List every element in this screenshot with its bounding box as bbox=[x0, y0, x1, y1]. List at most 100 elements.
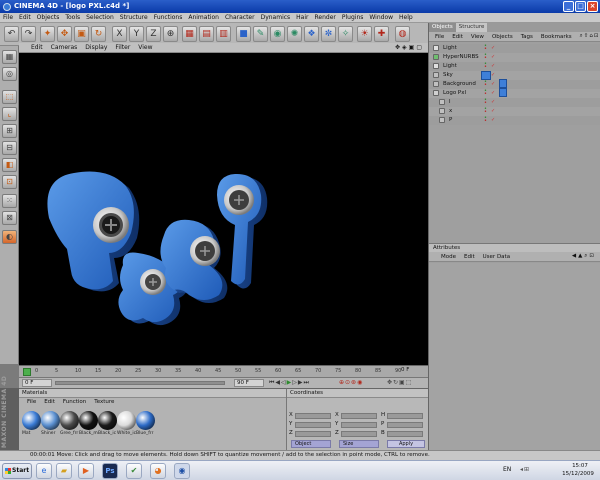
menu-help[interactable]: Help bbox=[399, 14, 413, 21]
scale-icon[interactable]: ▣ bbox=[74, 26, 89, 42]
grid-icon[interactable]: ⊠ bbox=[2, 211, 17, 225]
visibility-dots[interactable]: •• bbox=[484, 62, 491, 70]
coordinate-value-field[interactable] bbox=[295, 421, 331, 428]
object-mode-select[interactable]: Object bbox=[291, 440, 331, 448]
messenger-icon[interactable]: ✔ bbox=[126, 463, 142, 479]
tray-icons[interactable]: ◂⊞ bbox=[520, 466, 530, 473]
deformer-icon[interactable]: ❖ bbox=[304, 26, 319, 42]
menu-plugins[interactable]: Plugins bbox=[342, 14, 364, 21]
undo-icon[interactable]: ↶ bbox=[4, 26, 19, 42]
media-player-icon[interactable]: ▶ bbox=[78, 463, 94, 479]
objects-nav-icons[interactable]: ⌕⇧⌂⊡ bbox=[580, 33, 600, 40]
polygons-mode-icon[interactable]: ◧ bbox=[2, 158, 17, 172]
spline-pen-icon[interactable]: ✎ bbox=[253, 26, 268, 42]
size-mode-select[interactable]: Size bbox=[339, 440, 379, 448]
material-swatch[interactable] bbox=[41, 411, 60, 430]
visibility-dots[interactable]: •• bbox=[484, 44, 491, 52]
viewport-menu-edit[interactable]: Edit bbox=[31, 44, 43, 51]
model-mode-icon[interactable]: ▦ bbox=[2, 50, 17, 64]
close-button[interactable]: × bbox=[587, 1, 598, 12]
enabled-check-icon[interactable]: ✓ bbox=[491, 116, 495, 125]
x-axis-icon[interactable]: X bbox=[112, 26, 127, 42]
materials-menu-edit[interactable]: Edit bbox=[44, 399, 55, 405]
menu-structure[interactable]: Structure bbox=[120, 14, 148, 21]
viewport-menu-display[interactable]: Display bbox=[85, 44, 107, 51]
objects-menu-edit[interactable]: Edit bbox=[452, 34, 463, 40]
render-picture-viewer-icon[interactable]: ▥ bbox=[216, 26, 231, 42]
firefox-icon[interactable]: ◕ bbox=[150, 463, 166, 479]
coordinate-value-field[interactable] bbox=[387, 430, 423, 437]
enabled-check-icon[interactable]: ✓ bbox=[491, 80, 495, 89]
folder-icon[interactable]: ▰ bbox=[56, 463, 72, 479]
enabled-check-icon[interactable]: ✓ bbox=[491, 62, 495, 71]
language-indicator[interactable]: EN bbox=[503, 466, 511, 473]
enabled-check-icon[interactable]: ✓ bbox=[491, 89, 495, 98]
timeline-current-frame-marker[interactable] bbox=[23, 368, 31, 376]
sky-material-tag-icon[interactable] bbox=[499, 79, 507, 88]
axis-mode-icon[interactable]: ⌞ bbox=[2, 107, 17, 121]
record-keyframe-icons[interactable]: ⊕⊙⊛◉ bbox=[339, 379, 363, 386]
move-icon[interactable]: ✥ bbox=[57, 26, 72, 42]
menu-hair[interactable]: Hair bbox=[296, 14, 308, 21]
enabled-check-icon[interactable]: ✓ bbox=[491, 107, 495, 116]
start-button[interactable]: Start bbox=[2, 463, 32, 479]
menu-animation[interactable]: Animation bbox=[188, 14, 219, 21]
object-list-item[interactable]: Light • • ✓ bbox=[429, 44, 600, 53]
materials-menu-function[interactable]: Function bbox=[63, 399, 86, 405]
object-list-item[interactable]: Light • • ✓ bbox=[429, 62, 600, 71]
texture-mode-icon[interactable]: ⬚ bbox=[2, 90, 17, 104]
coordinate-value-field[interactable] bbox=[341, 430, 377, 437]
playback-controls[interactable]: ⏮◀◁▶▷▶⏭ bbox=[269, 379, 310, 387]
coordinate-value-field[interactable] bbox=[387, 412, 423, 419]
material-swatch[interactable] bbox=[98, 411, 117, 430]
object-list-item[interactable]: P • • ✓ bbox=[429, 116, 600, 125]
enabled-check-icon[interactable]: ✓ bbox=[491, 53, 495, 62]
3d-viewport[interactable] bbox=[19, 53, 428, 365]
coordinate-value-field[interactable] bbox=[341, 421, 377, 428]
menu-objects[interactable]: Objects bbox=[37, 14, 60, 21]
array-icon[interactable]: ✺ bbox=[287, 26, 302, 42]
tweak-mode-icon[interactable]: ◐ bbox=[2, 230, 17, 244]
enabled-check-icon[interactable]: ✓ bbox=[491, 71, 495, 80]
object-list-item[interactable]: HyperNURBS • • ✓ bbox=[429, 53, 600, 62]
camera-icon[interactable]: ✧ bbox=[338, 26, 353, 42]
object-list-item[interactable]: l • • ✓ bbox=[429, 98, 600, 107]
material-swatch[interactable] bbox=[22, 411, 41, 430]
edges-mode-icon[interactable]: ⊟ bbox=[2, 141, 17, 155]
animation-timeline[interactable]: 0 5 10 15 20 25 30 35 40 45 50 55 60 65 70 75 80 85 90 0 F bbox=[19, 365, 428, 377]
clock-time[interactable]: 15:07 bbox=[563, 463, 597, 469]
objects-menu-file[interactable]: File bbox=[435, 34, 444, 40]
attributes-nav-icons[interactable]: ◀▲⌕⊡ bbox=[572, 253, 596, 260]
coordinate-value-field[interactable] bbox=[295, 412, 331, 419]
viewport-nav-icons[interactable]: ✥◈▣▢ bbox=[395, 44, 424, 51]
workplane-icon[interactable]: ⊡ bbox=[2, 175, 17, 189]
apply-button[interactable]: Apply bbox=[387, 440, 425, 448]
objects-menu-bookmarks[interactable]: Bookmarks bbox=[541, 34, 572, 40]
redo-icon[interactable]: ↷ bbox=[21, 26, 36, 42]
attributes-menu-edit[interactable]: Edit bbox=[464, 254, 475, 260]
frame-range-slider[interactable] bbox=[55, 381, 225, 385]
y-axis-icon[interactable]: Y bbox=[129, 26, 144, 42]
light-icon[interactable]: ☀ bbox=[357, 26, 372, 42]
menu-file[interactable]: File bbox=[3, 14, 13, 21]
viewport-menu-view[interactable]: View bbox=[138, 44, 152, 51]
nurbs-icon[interactable]: ◉ bbox=[270, 26, 285, 42]
object-mode-icon[interactable]: ◎ bbox=[2, 67, 17, 81]
z-axis-icon[interactable]: Z bbox=[146, 26, 161, 42]
enabled-check-icon[interactable]: ✓ bbox=[491, 44, 495, 53]
snap-icon[interactable]: ⁙ bbox=[2, 194, 17, 208]
visibility-dots[interactable]: •• bbox=[484, 53, 491, 61]
enabled-check-icon[interactable]: ✓ bbox=[491, 98, 495, 107]
tag-icon[interactable]: ✚ bbox=[374, 26, 389, 42]
layout-icon[interactable]: ◍ bbox=[395, 26, 410, 42]
coordinate-value-field[interactable] bbox=[387, 421, 423, 428]
maximize-button[interactable]: □ bbox=[575, 1, 586, 12]
attributes-menu-mode[interactable]: Mode bbox=[441, 254, 456, 260]
menu-character[interactable]: Character bbox=[225, 14, 255, 21]
material-swatch[interactable] bbox=[60, 411, 79, 430]
objects-menu-objects[interactable]: Objects bbox=[492, 34, 513, 40]
rotate-icon[interactable]: ↻ bbox=[91, 26, 106, 42]
objects-menu-tags[interactable]: Tags bbox=[521, 34, 533, 40]
object-list-item[interactable]: Sky••✓ bbox=[429, 71, 600, 80]
menu-tools[interactable]: Tools bbox=[65, 14, 80, 21]
